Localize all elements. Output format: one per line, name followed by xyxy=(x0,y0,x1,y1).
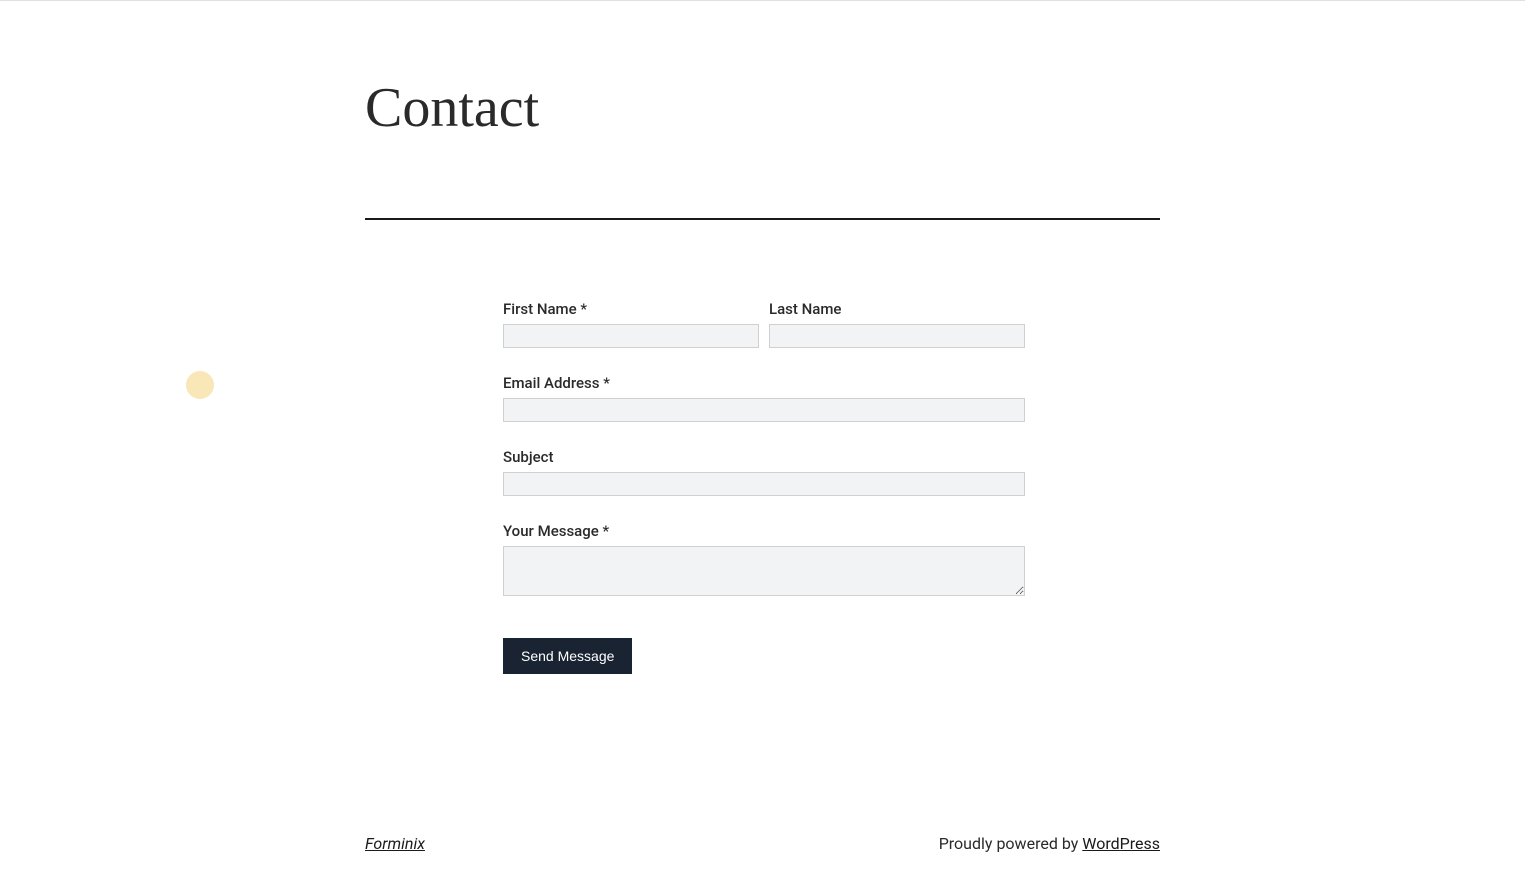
message-textarea[interactable] xyxy=(503,546,1025,596)
last-name-group: Last Name xyxy=(769,300,1025,348)
divider xyxy=(365,218,1160,220)
message-group: Your Message * xyxy=(503,522,1025,600)
footer: Forminix Proudly powered by WordPress xyxy=(365,834,1160,893)
first-name-group: First Name * xyxy=(503,300,759,348)
send-message-button[interactable]: Send Message xyxy=(503,638,632,674)
content-container: Contact First Name * Last Name Email Add… xyxy=(365,76,1160,674)
brand-link[interactable]: Forminix xyxy=(365,834,425,853)
last-name-input[interactable] xyxy=(769,324,1025,348)
last-name-label: Last Name xyxy=(769,300,1025,318)
subject-input[interactable] xyxy=(503,472,1025,496)
footer-right: Proudly powered by WordPress xyxy=(939,834,1160,853)
first-name-input[interactable] xyxy=(503,324,759,348)
decoration-dot xyxy=(186,371,214,399)
subject-group: Subject xyxy=(503,448,1025,496)
subject-label: Subject xyxy=(503,448,1025,466)
name-row: First Name * Last Name xyxy=(503,300,1025,348)
email-input[interactable] xyxy=(503,398,1025,422)
wordpress-link[interactable]: WordPress xyxy=(1082,834,1160,853)
message-label: Your Message * xyxy=(503,522,1025,540)
page-title: Contact xyxy=(365,76,1160,140)
contact-form: First Name * Last Name Email Address * S… xyxy=(365,300,1160,674)
first-name-label: First Name * xyxy=(503,300,759,318)
email-label: Email Address * xyxy=(503,374,1025,392)
email-group: Email Address * xyxy=(503,374,1025,422)
powered-by-text: Proudly powered by xyxy=(939,834,1083,853)
footer-left: Forminix xyxy=(365,834,425,853)
